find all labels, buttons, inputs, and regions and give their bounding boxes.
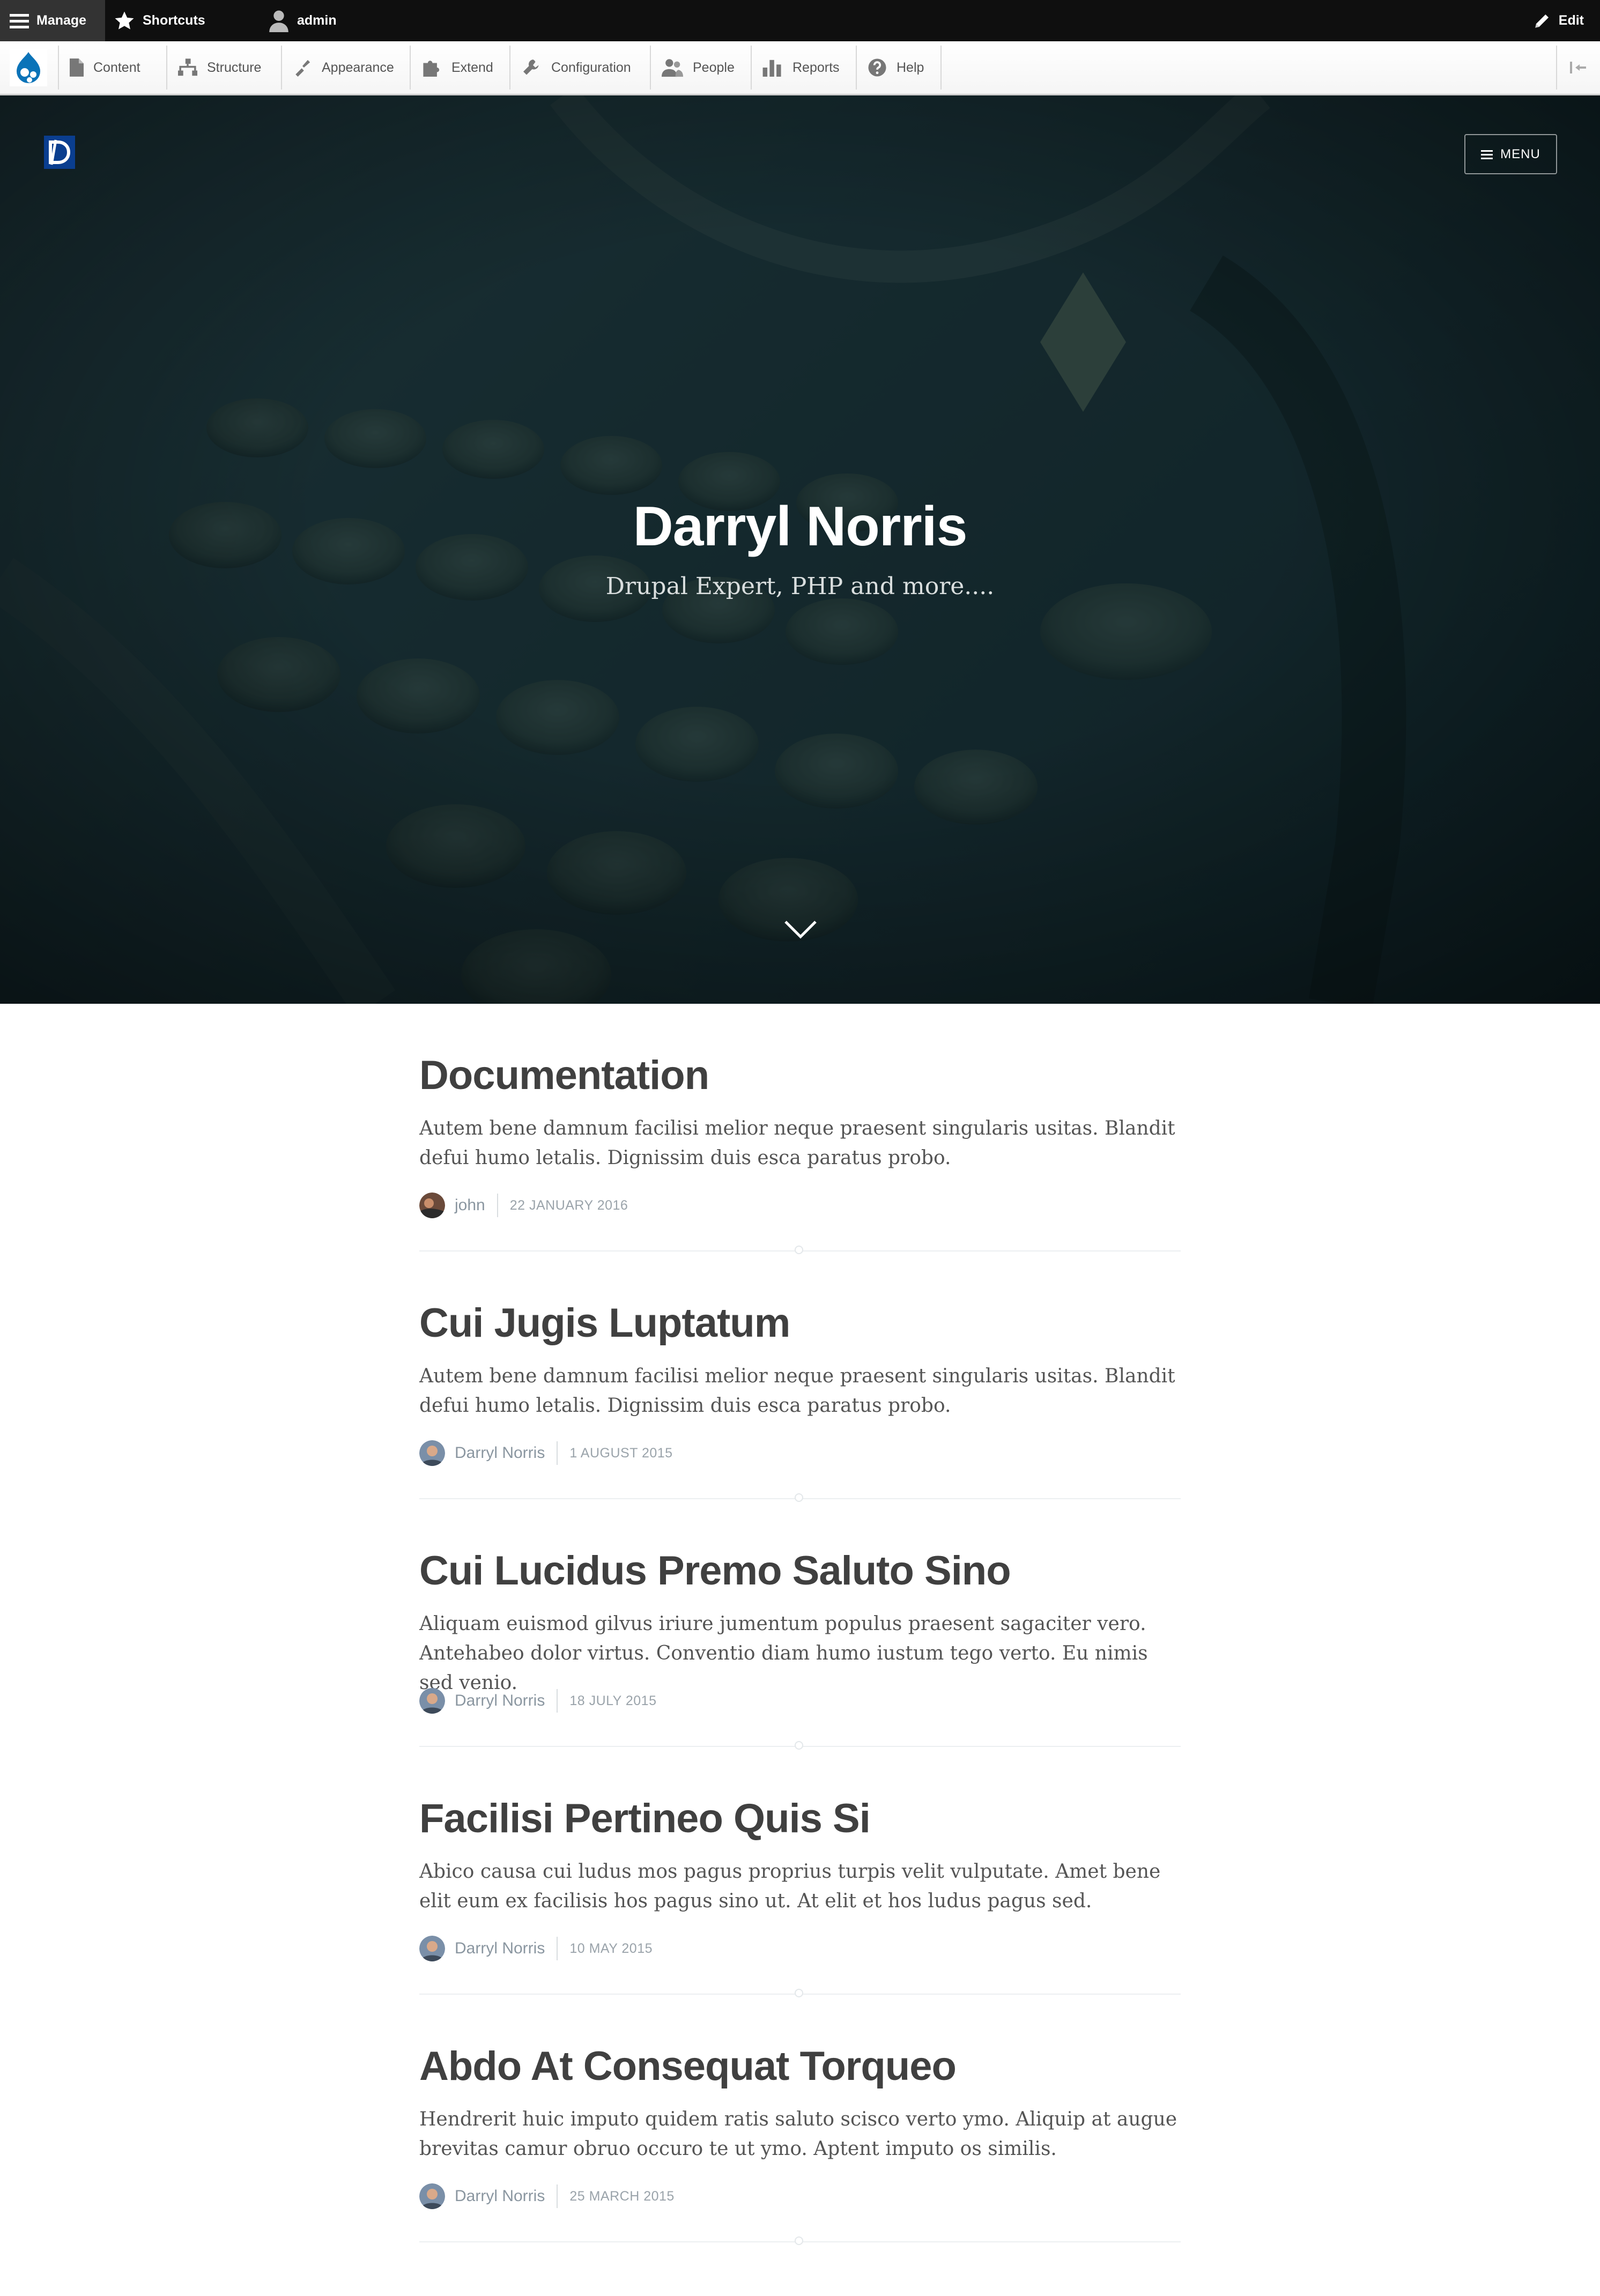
star-icon bbox=[115, 11, 134, 29]
article-teaser: Facilisi Pertineo Quis Si Abico causa cu… bbox=[419, 1747, 1181, 1997]
tray-item-structure[interactable]: Structure bbox=[166, 46, 281, 90]
shortcuts-tab[interactable]: Shortcuts bbox=[114, 0, 205, 41]
article-date: 1 AUGUST 2015 bbox=[569, 1445, 673, 1461]
avatar[interactable] bbox=[419, 1193, 445, 1218]
article-date: 25 MARCH 2015 bbox=[569, 2188, 675, 2204]
article-author[interactable]: Darryl Norris bbox=[455, 1937, 558, 1960]
tray-label-appearance: Appearance bbox=[322, 60, 394, 75]
tray-label-help: Help bbox=[897, 60, 924, 75]
edit-label: Edit bbox=[1558, 13, 1584, 28]
user-label: admin bbox=[297, 13, 337, 28]
divider-dot bbox=[795, 2236, 803, 2245]
admin-tray: Content Structure Appearance Extend Conf… bbox=[0, 41, 1600, 95]
article-title[interactable]: Documentation bbox=[419, 1052, 709, 1099]
tray-label-people: People bbox=[693, 60, 735, 75]
article-author[interactable]: john bbox=[455, 1194, 498, 1217]
bar-chart-icon bbox=[762, 60, 781, 77]
tray-label-structure: Structure bbox=[207, 60, 262, 75]
article-author[interactable]: Darryl Norris bbox=[455, 1441, 558, 1465]
tray-item-reports[interactable]: Reports bbox=[751, 46, 856, 90]
article-date: 18 JULY 2015 bbox=[569, 1693, 657, 1708]
hamburger-icon bbox=[1481, 150, 1493, 159]
article-title[interactable]: Abdo At Consequat Torqueo bbox=[419, 2043, 957, 2090]
puzzle-icon bbox=[423, 61, 440, 77]
article-meta: Darryl Norris 10 MAY 2015 bbox=[419, 1935, 653, 1962]
site-logo[interactable] bbox=[44, 136, 75, 169]
menu-button[interactable]: MENU bbox=[1464, 134, 1557, 174]
manage-tab[interactable]: Manage bbox=[0, 0, 105, 41]
avatar[interactable] bbox=[419, 1440, 445, 1466]
orientation-toggle-icon bbox=[1570, 62, 1586, 73]
article-summary: Abico causa cui ludus mos pagus proprius… bbox=[419, 1861, 1161, 1912]
user-tab[interactable]: admin bbox=[268, 0, 337, 41]
article-meta: Darryl Norris 18 JULY 2015 bbox=[419, 1687, 656, 1715]
manage-label: Manage bbox=[36, 13, 87, 28]
structure-icon bbox=[178, 58, 197, 76]
tray-label-extend: Extend bbox=[451, 60, 493, 75]
article-meta: john 22 JANUARY 2016 bbox=[419, 1191, 628, 1219]
avatar[interactable] bbox=[419, 2183, 445, 2209]
tray-label-reports: Reports bbox=[792, 60, 840, 75]
avatar[interactable] bbox=[419, 1688, 445, 1714]
tray-item-appearance[interactable]: Appearance bbox=[281, 46, 410, 90]
menu-label: MENU bbox=[1500, 146, 1540, 161]
brush-icon bbox=[295, 60, 310, 77]
article-meta: Darryl Norris 1 AUGUST 2015 bbox=[419, 1439, 673, 1467]
tray-label-configuration: Configuration bbox=[551, 60, 631, 75]
article-date: 22 JANUARY 2016 bbox=[509, 1197, 628, 1213]
article-author[interactable]: Darryl Norris bbox=[455, 2184, 558, 2208]
scroll-down-button[interactable] bbox=[784, 919, 817, 943]
tray-item-configuration[interactable]: Configuration bbox=[509, 46, 650, 90]
wrench-icon bbox=[523, 60, 539, 75]
user-icon bbox=[269, 10, 288, 32]
hero-banner: MENU Darryl Norris Drupal Expert, PHP an… bbox=[0, 95, 1600, 1004]
site-title[interactable]: Darryl Norris bbox=[0, 495, 1600, 559]
help-icon bbox=[868, 58, 886, 77]
tray-orientation-toggle[interactable] bbox=[1556, 46, 1600, 90]
hamburger-icon bbox=[10, 13, 29, 28]
edit-tab[interactable]: Edit bbox=[1533, 0, 1584, 41]
tray-item-extend[interactable]: Extend bbox=[410, 46, 509, 90]
admin-toolbar: Manage Shortcuts admin Edit bbox=[0, 0, 1600, 41]
file-icon bbox=[70, 58, 84, 77]
site-slogan: Drupal Expert, PHP and more.... bbox=[605, 573, 995, 600]
article-title[interactable]: Facilisi Pertineo Quis Si bbox=[419, 1795, 871, 1842]
article-date: 10 MAY 2015 bbox=[569, 1941, 653, 1956]
article-teaser: Cui Lucidus Premo Saluto Sino Aliquam eu… bbox=[419, 1499, 1181, 1750]
article-title[interactable]: Cui Jugis Luptatum bbox=[419, 1300, 790, 1346]
tray-item-content[interactable]: Content bbox=[58, 46, 166, 90]
avatar[interactable] bbox=[419, 1936, 445, 1961]
shortcuts-label: Shortcuts bbox=[143, 13, 205, 28]
people-icon bbox=[662, 59, 683, 77]
chevron-down-icon bbox=[784, 921, 817, 939]
site-logo-mark-icon bbox=[49, 139, 71, 165]
article-summary: Hendrerit huic imputo quidem ratis salut… bbox=[419, 2108, 1177, 2160]
tray-item-people[interactable]: People bbox=[650, 46, 751, 90]
article-meta: Darryl Norris 25 MARCH 2015 bbox=[419, 2182, 675, 2210]
article-summary: Autem bene damnum facilisi melior neque … bbox=[419, 1365, 1175, 1417]
article-title[interactable]: Cui Lucidus Premo Saluto Sino bbox=[419, 1547, 1011, 1594]
article-summary: Aliquam euismod gilvus iriure jumentum p… bbox=[419, 1613, 1148, 1694]
article-teaser: Abdo At Consequat Torqueo Hendrerit huic… bbox=[419, 1995, 1181, 2245]
tray-item-help[interactable]: Help bbox=[856, 46, 942, 90]
article-summary: Autem bene damnum facilisi melior neque … bbox=[419, 1117, 1175, 1169]
article-author[interactable]: Darryl Norris bbox=[455, 1689, 558, 1713]
article-teaser: Cui Jugis Luptatum Autem bene damnum fac… bbox=[419, 1251, 1181, 1502]
tray-label-content: Content bbox=[93, 60, 140, 75]
pencil-icon bbox=[1535, 14, 1549, 28]
drupal-logo-icon[interactable] bbox=[10, 49, 47, 89]
article-teaser: Documentation Autem bene damnum facilisi… bbox=[419, 1004, 1181, 1254]
